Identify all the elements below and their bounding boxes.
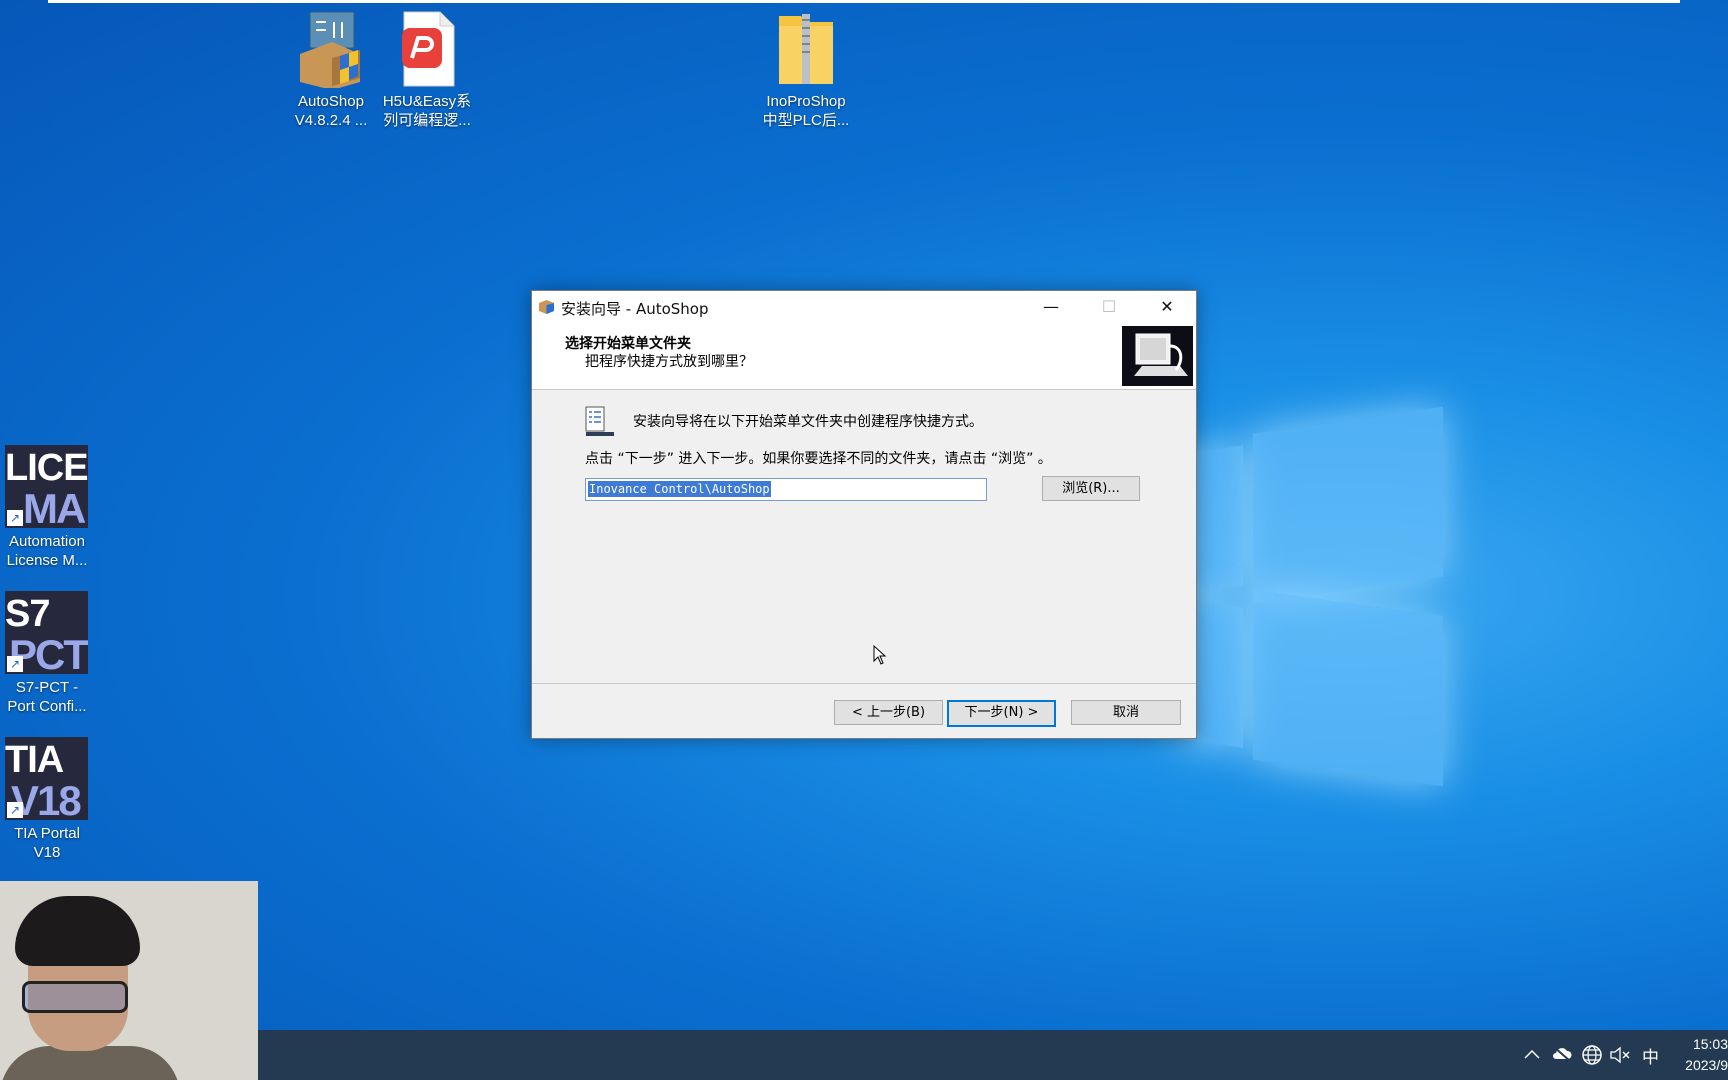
icon-label-line1: InoProShop	[766, 93, 846, 110]
footer-divider	[532, 683, 1196, 684]
icon-label-line2: 中型PLC后...	[762, 112, 850, 129]
shortcut-arrow-icon: ↗	[7, 656, 23, 672]
wizard-subheading: 把程序快捷方式放到哪里？	[585, 354, 753, 370]
zip-folder-icon	[771, 8, 841, 88]
setup-wizard-dialog: 安装向导 - AutoShop — ☐ ✕ 选择开始菜单文件夹 把程序快捷方式放…	[531, 290, 1197, 739]
cloud-off-icon[interactable]	[1551, 1045, 1573, 1063]
clock-time: 15:03	[1692, 1036, 1728, 1052]
icon-label-line2: Port Confi...	[7, 698, 87, 715]
icon-label-line1: TIA Portal	[14, 825, 80, 842]
icon-label-line1: AutoShop	[298, 93, 364, 110]
back-button[interactable]: < 上一步(B)	[834, 700, 943, 725]
wizard-computer-icon	[1122, 326, 1193, 386]
mouse-cursor-icon	[873, 645, 887, 665]
dialog-titlebar[interactable]: 安装向导 - AutoShop — ☐ ✕	[532, 291, 1196, 323]
s7-pct-icon: S7 PCT ↗	[5, 591, 88, 674]
chevron-up-icon[interactable]	[1523, 1047, 1541, 1061]
system-clock[interactable]: 15:03 2023/9	[1668, 1034, 1728, 1076]
presenter-glasses	[22, 981, 128, 1013]
shortcut-arrow-icon: ↗	[7, 802, 23, 818]
dialog-title: 安装向导 - AutoShop	[561, 300, 709, 318]
icon-label-line1: S7-PCT -	[15, 679, 79, 696]
wizard-description: 安装向导将在以下开始菜单文件夹中创建程序快捷方式。	[633, 414, 983, 430]
wizard-heading: 选择开始菜单文件夹	[565, 336, 691, 352]
top-window-edge	[48, 0, 1680, 3]
maximize-button: ☐	[1101, 297, 1117, 316]
desktop-icon-autoshop[interactable]: AutoShop V4.8.2.4 ...	[283, 8, 379, 130]
globe-icon[interactable]	[1581, 1044, 1603, 1066]
icon-label-line2: License M...	[6, 552, 88, 569]
icon-label-line2: V18	[33, 844, 61, 861]
wizard-header: 选择开始菜单文件夹 把程序快捷方式放到哪里？	[532, 323, 1196, 390]
pdf-document-icon	[392, 8, 462, 88]
icon-label-line2: 列可编程逻...	[383, 112, 471, 129]
minimize-button[interactable]: —	[1022, 291, 1080, 323]
tia-portal-icon: TIA V18 ↗	[5, 737, 88, 820]
volume-muted-icon[interactable]	[1609, 1045, 1631, 1065]
shortcut-arrow-icon: ↗	[7, 510, 23, 526]
desktop-icon-h5u-pdf[interactable]: H5U&Easy系 列可编程逻...	[379, 8, 475, 130]
autoshop-installer-icon	[296, 8, 366, 90]
clock-date: 2023/9	[1685, 1057, 1728, 1073]
setup-app-icon	[539, 300, 554, 314]
browse-button[interactable]: 浏览(R)...	[1042, 476, 1140, 501]
icon-label-line1: H5U&Easy系	[382, 93, 472, 110]
ime-indicator[interactable]: 中	[1642, 1043, 1659, 1068]
webcam-overlay	[0, 881, 258, 1080]
desktop-icon-inoproshop[interactable]: InoProShop 中型PLC后...	[758, 8, 854, 130]
close-button[interactable]: ✕	[1138, 291, 1196, 323]
icon-label-line1: Automation	[9, 533, 85, 550]
taskbar	[0, 1030, 1728, 1080]
automation-license-manager-icon: LICEN MA ↗	[5, 445, 88, 528]
icon-label-line2: V4.8.2.4 ...	[294, 112, 368, 129]
windows-logo-wallpaper	[1175, 406, 1450, 787]
start-menu-folder-icon	[585, 406, 614, 436]
cancel-button[interactable]: 取消	[1071, 700, 1181, 725]
wizard-instruction: 点击 “下一步” 进入下一步。如果你要选择不同的文件夹，请点击 “浏览” 。	[585, 451, 1052, 467]
start-menu-folder-field[interactable]: Inovance Control\AutoShop	[585, 478, 987, 501]
next-button[interactable]: 下一步(N) >	[947, 700, 1056, 727]
start-menu-folder-value[interactable]: Inovance Control\AutoShop	[588, 481, 771, 497]
